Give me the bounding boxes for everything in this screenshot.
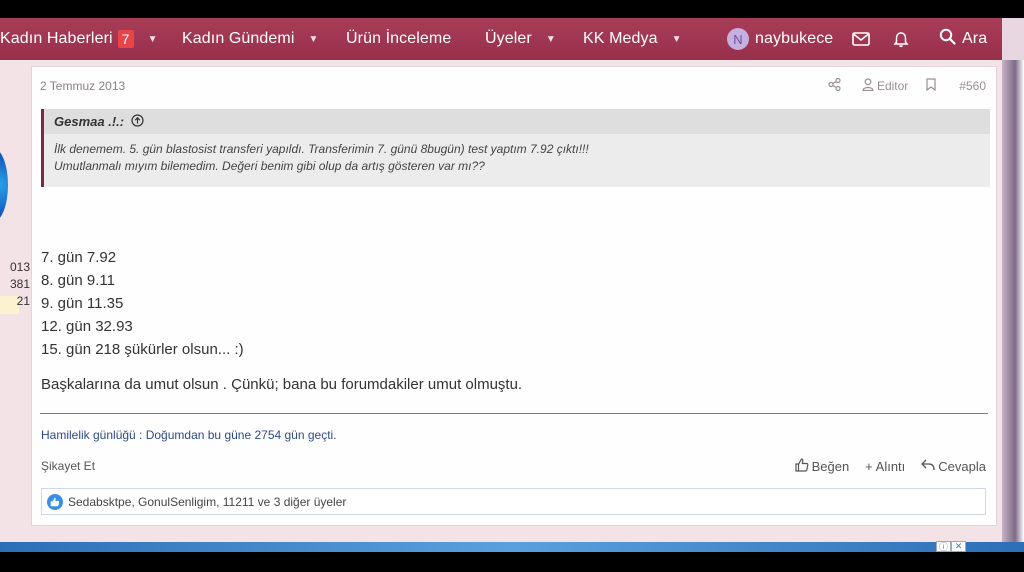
- nav-item-kadin-haberleri[interactable]: Kadın Haberleri 7 ▼: [0, 18, 158, 60]
- bottom-black-strip: [0, 552, 1024, 572]
- user-stat-reactions: 21: [16, 294, 30, 308]
- bookmark-icon: [926, 78, 939, 94]
- quote-button[interactable]: + Alıntı: [865, 459, 905, 474]
- reply-button[interactable]: Cevapla: [921, 459, 986, 474]
- reactions-bar[interactable]: Sedabsktpe, GonulSenligim, 11211 ve 3 di…: [41, 488, 986, 515]
- post-content: 7. gün 7.92 8. gün 9.11 9. gün 11.35 12.…: [41, 246, 522, 396]
- quote-header: Gesmaa .!.:: [44, 109, 990, 134]
- reply-arrow-icon: [921, 459, 938, 474]
- quote-body: İlk denemem. 5. gün blastosist transferi…: [44, 134, 990, 175]
- search-label: Ara: [962, 30, 988, 47]
- post-number-link[interactable]: #560: [959, 79, 986, 93]
- editor-label[interactable]: Editor: [862, 78, 908, 94]
- quote-line: İlk denemem. 5. gün blastosist transferi…: [54, 142, 589, 156]
- search-button[interactable]: Ara: [939, 18, 987, 60]
- background-decoration: [1002, 60, 1024, 542]
- like-reaction-icon: [47, 493, 63, 510]
- username: naybukece: [755, 30, 834, 47]
- quote-block: Gesmaa .!.: İlk denemem. 5. gün blastosi…: [41, 109, 990, 187]
- arrow-up-circle-icon[interactable]: [131, 113, 144, 130]
- nav-item-kadin-gundemi[interactable]: Kadın Gündemi ▼: [182, 18, 318, 60]
- background-edge: [1002, 18, 1024, 60]
- close-icon[interactable]: ✕: [951, 541, 966, 552]
- content-line: 9. gün 11.35: [41, 295, 124, 312]
- reactions-text[interactable]: Sedabsktpe, GonulSenligim, 11211 ve 3 di…: [68, 495, 346, 509]
- nav-item-urun-inceleme[interactable]: Ürün İnceleme: [346, 18, 451, 60]
- nav-label: KK Medya: [583, 30, 658, 47]
- content-line: 7. gün 7.92: [41, 249, 117, 266]
- nav-item-uyeler[interactable]: Üyeler ▼: [485, 18, 556, 60]
- nav-label: Ürün İnceleme: [346, 30, 452, 47]
- post-footer-actions: Beğen + Alıntı Cevapla: [779, 458, 986, 475]
- editor-text: Editor: [876, 79, 909, 93]
- content-line: 15. gün 218 şükürler olsun... :): [41, 341, 244, 358]
- share-icon: [828, 77, 844, 94]
- user-icon: [862, 78, 877, 94]
- quote-line: Umutlanmalı mıyım bilemedim. Değeri beni…: [54, 159, 485, 173]
- content-line: 8. gün 9.11: [41, 272, 115, 289]
- post-date[interactable]: 2 Temmuz 2013: [40, 79, 125, 93]
- chevron-down-icon[interactable]: ▼: [546, 34, 556, 45]
- envelope-icon: [852, 32, 870, 46]
- report-button[interactable]: Şikayet Et: [41, 459, 95, 473]
- like-label: Beğen: [811, 459, 850, 474]
- ad-banner-strip: [0, 542, 1024, 552]
- signature-link[interactable]: Hamilelik günlüğü : Doğumdan bu güne 275…: [41, 428, 337, 442]
- user-stat-joined: 013: [9, 260, 30, 274]
- quote-author[interactable]: Gesmaa .!.:: [54, 114, 124, 129]
- user-stat-messages: 381: [9, 277, 30, 291]
- share-button[interactable]: [828, 77, 844, 94]
- like-button[interactable]: Beğen: [794, 458, 850, 475]
- user-info-panel: 013 381 21: [0, 60, 30, 524]
- bell-icon: [893, 31, 909, 48]
- chevron-down-icon[interactable]: ▼: [148, 34, 158, 45]
- content-line: Başkalarına da umut olsun . Çünkü; bana …: [41, 376, 523, 393]
- user-avatar[interactable]: [0, 148, 8, 222]
- inbox-button[interactable]: [852, 18, 870, 60]
- nav-label: Üyeler: [485, 30, 532, 47]
- nav-label: Kadın Gündemi: [182, 30, 295, 47]
- bookmark-button[interactable]: [926, 78, 939, 94]
- nav-label: Kadın Haberleri: [0, 30, 113, 47]
- post-header-actions: Editor #560: [810, 77, 986, 94]
- chevron-down-icon[interactable]: ▼: [308, 34, 318, 45]
- avatar: N: [727, 28, 749, 50]
- info-icon[interactable]: ⓘ: [936, 541, 951, 552]
- nav-item-kk-medya[interactable]: KK Medya ▼: [583, 18, 682, 60]
- search-icon: [939, 28, 956, 50]
- alerts-button[interactable]: [893, 18, 909, 60]
- content-line: 12. gün 32.93: [41, 318, 133, 335]
- notification-badge: 7: [117, 30, 134, 48]
- forum-post: 2 Temmuz 2013 Editor #560 Gesmaa .!.: İl…: [31, 66, 997, 526]
- main-navbar: Kadın Haberleri 7 ▼ Kadın Gündemi ▼ Ürün…: [0, 18, 1002, 60]
- reply-label: Cevapla: [938, 459, 986, 474]
- chevron-down-icon[interactable]: ▼: [672, 34, 682, 45]
- user-menu[interactable]: N naybukece: [727, 18, 833, 60]
- signature-divider: [40, 413, 988, 414]
- ad-controls: ⓘ ✕: [936, 541, 966, 552]
- thumbs-up-icon: [794, 458, 812, 475]
- top-black-strip: [0, 0, 1024, 18]
